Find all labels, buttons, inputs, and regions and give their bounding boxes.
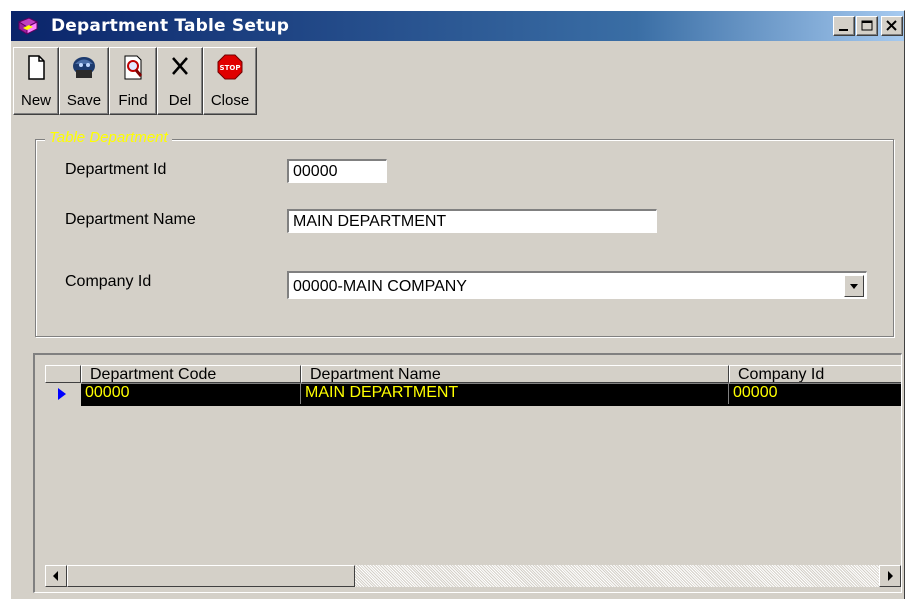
scroll-left-button[interactable] bbox=[45, 565, 67, 587]
department-id-field[interactable]: 00000 bbox=[287, 159, 387, 183]
minimize-button[interactable] bbox=[833, 16, 855, 36]
row-indicator[interactable] bbox=[45, 383, 82, 405]
window-title: Department Table Setup bbox=[51, 16, 290, 36]
find-button-label: Find bbox=[118, 92, 148, 109]
save-button-label: Save bbox=[66, 92, 102, 109]
current-row-arrow-icon bbox=[58, 388, 66, 400]
horizontal-scrollbar[interactable] bbox=[45, 565, 901, 587]
scroll-right-button[interactable] bbox=[879, 565, 901, 587]
company-id-value: 00000-MAIN COMPANY bbox=[293, 278, 467, 295]
chevron-down-icon bbox=[850, 284, 858, 289]
column-header-department-name[interactable]: Department Name bbox=[301, 365, 729, 383]
find-button[interactable]: Find bbox=[109, 47, 157, 115]
del-button[interactable]: Del bbox=[157, 47, 203, 115]
department-name-field[interactable]: MAIN DEPARTMENT bbox=[287, 209, 657, 233]
del-button-label: Del bbox=[168, 92, 192, 109]
department-grid[interactable]: Department Code Department Name Company … bbox=[33, 353, 902, 593]
close-window-button[interactable] bbox=[881, 16, 903, 36]
cell-company-id[interactable]: 00000 bbox=[729, 384, 901, 404]
scroll-thumb[interactable] bbox=[67, 565, 355, 587]
new-button[interactable]: New bbox=[13, 47, 59, 115]
save-icon bbox=[73, 57, 95, 78]
department-table-setup-window: Department Table Setup New Save Find Del… bbox=[10, 10, 905, 599]
minimize-icon bbox=[839, 29, 848, 31]
new-button-label: New bbox=[20, 92, 51, 109]
department-name-label: Department Name bbox=[65, 211, 196, 228]
group-title: Table Department bbox=[45, 129, 172, 146]
svg-text:STOP: STOP bbox=[220, 64, 241, 72]
save-button[interactable]: Save bbox=[59, 47, 109, 115]
maximize-button[interactable] bbox=[856, 16, 878, 36]
cell-department-code[interactable]: 00000 bbox=[81, 384, 301, 404]
new-document-icon bbox=[28, 55, 45, 80]
stop-sign-icon: STOP bbox=[217, 54, 243, 80]
delete-x-icon bbox=[172, 57, 188, 75]
grid-corner-header bbox=[45, 365, 81, 383]
company-id-select[interactable]: 00000-MAIN COMPANY bbox=[287, 271, 867, 299]
arrow-left-icon bbox=[53, 571, 58, 581]
title-bar[interactable]: Department Table Setup bbox=[11, 11, 904, 41]
maximize-icon bbox=[861, 20, 873, 31]
company-id-dropdown-button[interactable] bbox=[844, 275, 864, 297]
book-icon bbox=[17, 17, 39, 35]
table-row[interactable]: 00000 MAIN DEPARTMENT 00000 bbox=[81, 383, 901, 406]
close-button[interactable]: STOP Close bbox=[203, 47, 257, 115]
close-button-label: Close bbox=[210, 92, 250, 109]
column-header-company-id[interactable]: Company Id bbox=[729, 365, 901, 383]
arrow-right-icon bbox=[888, 571, 893, 581]
close-icon bbox=[886, 20, 897, 31]
column-header-department-code[interactable]: Department Code bbox=[81, 365, 301, 383]
company-id-label: Company Id bbox=[65, 273, 152, 290]
cell-department-name[interactable]: MAIN DEPARTMENT bbox=[301, 384, 729, 404]
find-icon bbox=[124, 55, 143, 80]
department-id-label: Department Id bbox=[65, 161, 167, 178]
